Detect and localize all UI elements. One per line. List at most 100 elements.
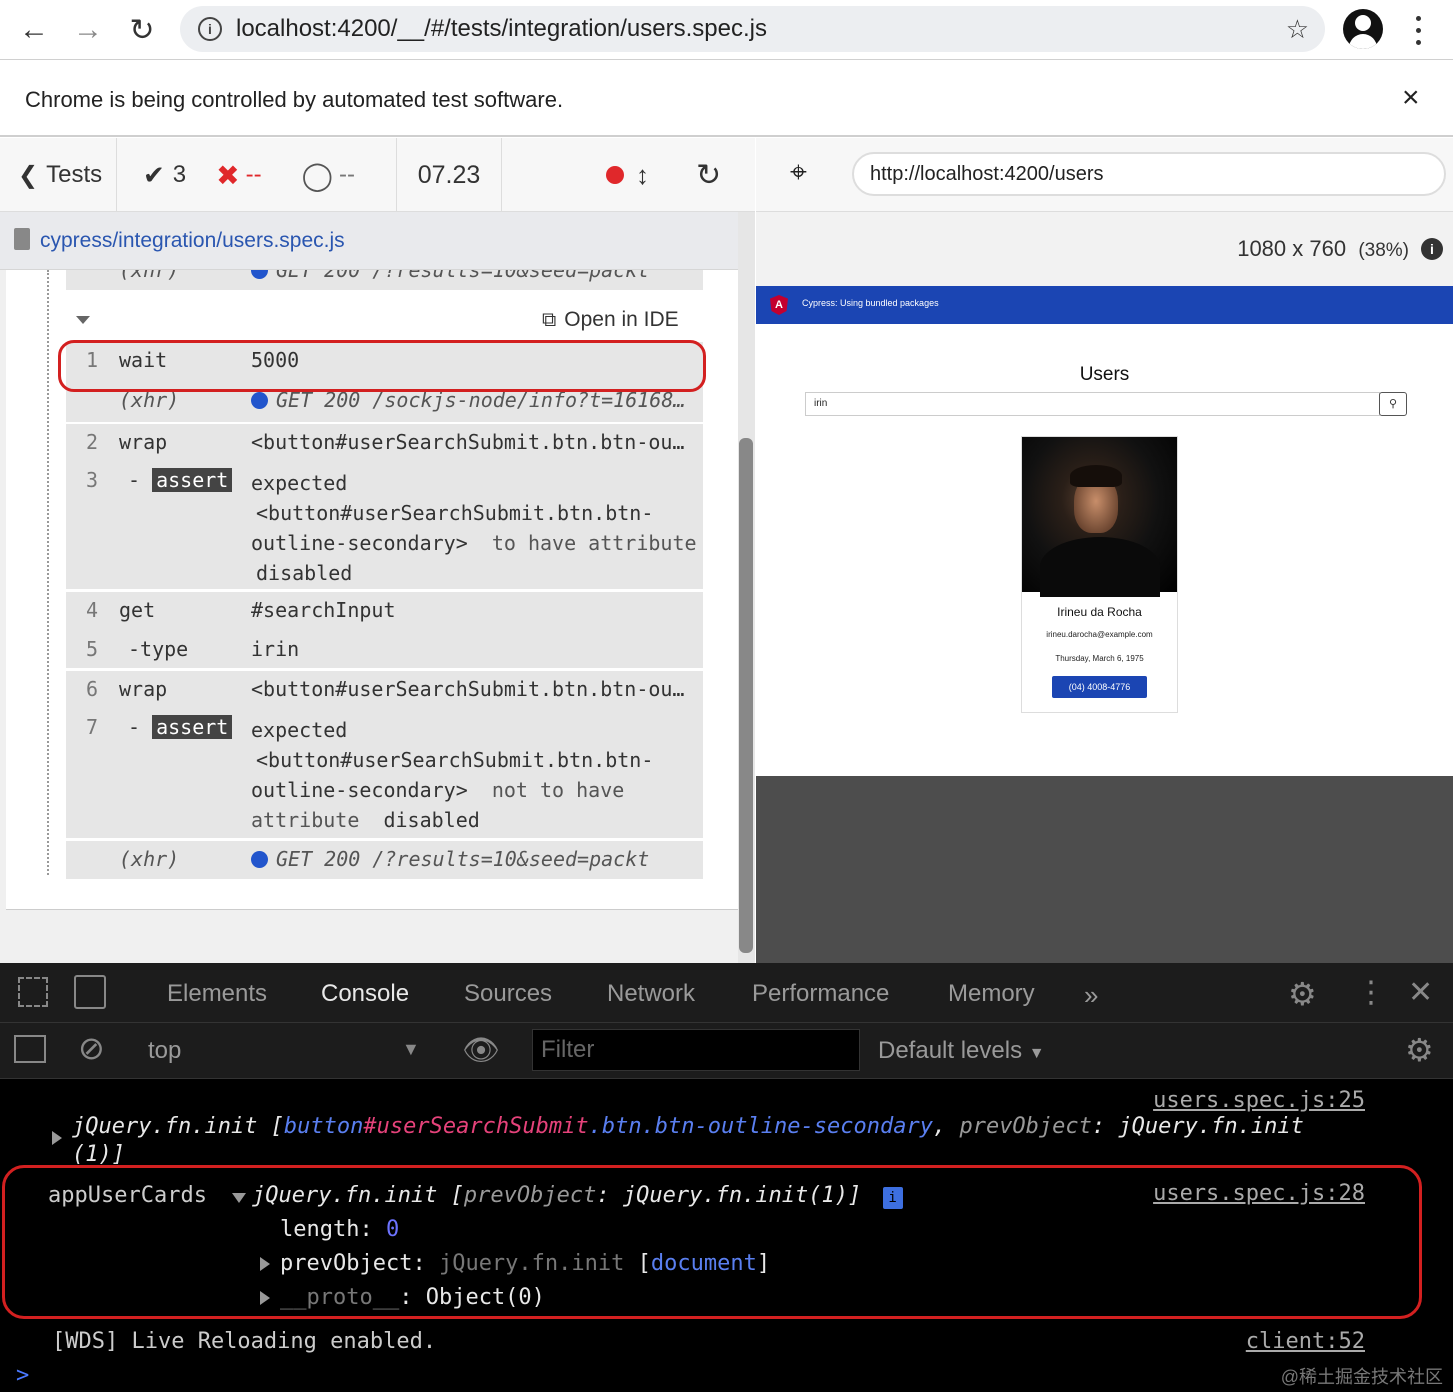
- command-name: wrap: [119, 430, 168, 454]
- aut-url[interactable]: http://localhost:4200/users: [852, 152, 1446, 196]
- aut-iframe: A Cypress: Using bundled packages Users …: [756, 286, 1453, 776]
- user-email: irineu.darocha@example.com: [1046, 630, 1153, 639]
- user-card: Irineu da Rocha irineu.darocha@example.c…: [1021, 436, 1178, 713]
- command-name: get: [119, 598, 156, 622]
- command-row-assert[interactable]: 7 - assert expected <button#userSearchSu…: [66, 715, 703, 835]
- address-bar[interactable]: i localhost:4200/__/#/tests/integration/…: [180, 6, 1325, 52]
- search-button[interactable]: ⚲: [1379, 392, 1407, 416]
- back-arrow-icon[interactable]: ←: [14, 10, 54, 50]
- context-selector[interactable]: top: [148, 1037, 181, 1065]
- angular-logo-icon: A: [770, 295, 788, 315]
- infobar-close-icon[interactable]: ×: [1402, 81, 1420, 115]
- log-class: .btn.btn-outline-secondary: [588, 1114, 933, 1139]
- console-toolbar: ⊘ top ▼ 👁 Filter Default levels ▼ ⚙: [0, 1023, 1453, 1079]
- command-number: 3: [86, 468, 99, 492]
- external-link-icon: ⧉: [542, 309, 557, 331]
- fail-x-icon: ✖: [216, 159, 240, 191]
- tab-network[interactable]: Network: [607, 980, 695, 1008]
- source-link[interactable]: client:52: [1246, 1329, 1365, 1354]
- console-prompt[interactable]: >: [16, 1363, 29, 1388]
- open-in-ide-label: Open in IDE: [564, 308, 679, 331]
- hook-line: [47, 270, 49, 875]
- log-levels-dropdown[interactable]: Default levels ▼: [878, 1037, 1045, 1065]
- source-link[interactable]: users.spec.js:25: [1153, 1088, 1365, 1113]
- assert-line: outline-secondary> to have attribute: [251, 528, 697, 558]
- viewport-scale: (38%): [1358, 240, 1409, 261]
- command-message: irin: [251, 637, 300, 661]
- eye-icon[interactable]: 👁: [462, 1033, 500, 1068]
- infobar-message: Chrome is being controlled by automated …: [25, 87, 564, 112]
- viewport-info-bar: 1080 x 760 (38%) i: [756, 212, 1453, 286]
- address-url: localhost:4200/__/#/tests/integration/us…: [236, 15, 767, 42]
- search-input[interactable]: irin: [805, 392, 1380, 416]
- command-message: #searchInput: [251, 598, 396, 622]
- assert-line: <button#userSearchSubmit.btn.btn-: [256, 748, 654, 772]
- inspect-element-icon[interactable]: [18, 977, 48, 1007]
- more-tabs-icon[interactable]: »: [1084, 980, 1098, 1011]
- command-block: (xhr) GET 200 /?results=10&seed=packt: [66, 270, 703, 290]
- settings-gear-icon[interactable]: ⚙: [1288, 975, 1317, 1013]
- highlight-outline: [58, 340, 706, 392]
- command-block: (xhr) GET 200 /?results=10&seed=packt: [66, 841, 703, 879]
- log-levels-label: Default levels: [878, 1037, 1023, 1064]
- aut-backdrop: [756, 776, 1453, 963]
- file-icon: [14, 228, 30, 250]
- sidebar-toggle-icon[interactable]: [14, 1035, 46, 1063]
- test-body-header[interactable]: [76, 310, 100, 332]
- duration: 07.23: [397, 138, 502, 212]
- console-message[interactable]: [WDS] Live Reloading enabled.: [52, 1329, 436, 1354]
- assert-predicate: attribute: [251, 808, 360, 832]
- viewport-info-icon[interactable]: i: [1421, 238, 1443, 260]
- open-in-ide-button[interactable]: ⧉ Open in IDE: [542, 308, 679, 332]
- log-text: : jQuery.fn.init: [1091, 1114, 1304, 1139]
- log-text: jQuery.fn.init [: [72, 1114, 284, 1139]
- browser-menu-icon[interactable]: [1404, 12, 1432, 48]
- command-number: 4: [86, 598, 99, 622]
- close-devtools-icon[interactable]: ✕: [1408, 975, 1433, 1010]
- clear-console-icon[interactable]: ⊘: [78, 1029, 105, 1067]
- tab-sources[interactable]: Sources: [464, 980, 552, 1008]
- tests-back-button[interactable]: ❮ Tests: [0, 138, 117, 212]
- command-message: expected <button#userSearchSubmit.btn.bt…: [251, 468, 697, 588]
- console-message[interactable]: jQuery.fn.init [button#userSearchSubmit.…: [72, 1113, 1372, 1169]
- tab-memory[interactable]: Memory: [948, 980, 1035, 1008]
- expand-arrow-icon[interactable]: [52, 1131, 62, 1145]
- xhr-url: GET 200 /?results=10&seed=packt: [276, 270, 650, 282]
- selector-playground-icon[interactable]: ⌖: [790, 156, 807, 190]
- xhr-url: GET 200 /?results=10&seed=packt: [276, 847, 650, 871]
- command-row-assert[interactable]: 3 - assert expected <button#userSearchSu…: [66, 468, 703, 588]
- log-key: prevObject: [959, 1114, 1092, 1139]
- console-settings-gear-icon[interactable]: ⚙: [1405, 1031, 1434, 1069]
- rerun-icon[interactable]: ↻: [696, 158, 721, 193]
- command-name: -type: [128, 637, 189, 661]
- more-options-icon[interactable]: ⋮: [1356, 975, 1386, 1010]
- assert-predicate: not to have: [491, 778, 625, 802]
- command-number: 6: [86, 677, 99, 701]
- pending-count: --: [338, 161, 355, 188]
- user-phone-button[interactable]: (04) 4008-4776: [1052, 676, 1147, 698]
- users-heading: Users: [1079, 364, 1130, 385]
- tab-elements[interactable]: Elements: [167, 980, 267, 1008]
- profile-avatar-icon[interactable]: [1343, 9, 1383, 49]
- auto-scroll-dot-icon[interactable]: [606, 166, 624, 184]
- spec-path[interactable]: cypress/integration/users.spec.js: [40, 229, 345, 253]
- command-block: 6 wrap <button#userSearchSubmit.btn.btn-…: [66, 671, 703, 838]
- site-info-icon[interactable]: i: [198, 17, 222, 41]
- resize-arrows-icon[interactable]: ↕: [636, 160, 649, 191]
- command-block: 4 get #searchInput 5 -type irin: [66, 592, 703, 668]
- command-name: wrap: [119, 677, 168, 701]
- devtools-tabbar: Elements Console Sources Network Perform…: [0, 963, 1453, 1023]
- bookmark-star-icon[interactable]: ☆: [1286, 14, 1309, 45]
- command-name: - assert: [128, 715, 233, 739]
- tab-console[interactable]: Console: [321, 980, 409, 1008]
- forward-arrow-icon[interactable]: →: [68, 10, 108, 50]
- tab-performance[interactable]: Performance: [752, 980, 889, 1008]
- app-title: Cypress: Using bundled packages: [802, 298, 939, 308]
- assert-line: expected: [251, 718, 348, 742]
- command-block: 2 wrap <button#userSearchSubmit.btn.btn-…: [66, 424, 703, 589]
- reporter-scroll-thumb[interactable]: [739, 438, 753, 953]
- device-toolbar-icon[interactable]: [74, 975, 106, 1009]
- reload-icon[interactable]: ↻: [122, 10, 162, 50]
- console-filter-input[interactable]: Filter: [532, 1029, 860, 1071]
- viewport-dimensions: 1080 x 760: [1237, 236, 1347, 261]
